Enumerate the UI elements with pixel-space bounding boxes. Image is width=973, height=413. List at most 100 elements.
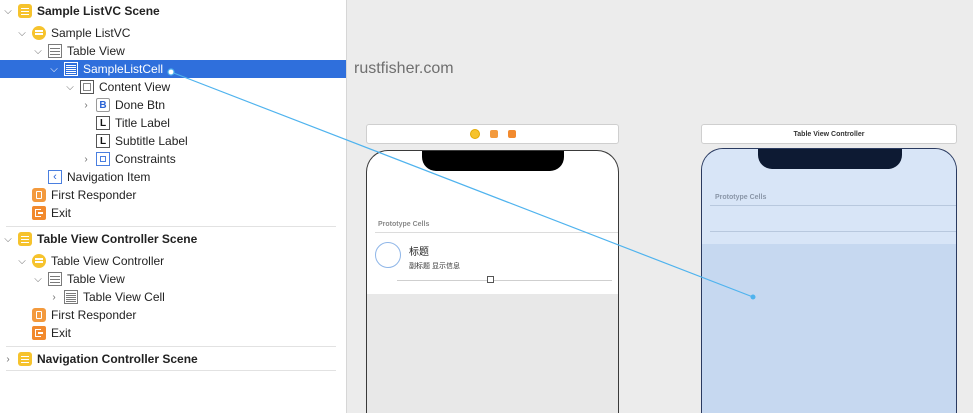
outline-row-first-responder[interactable]: First Responder xyxy=(0,186,346,204)
scene-icon xyxy=(18,232,32,246)
first-responder-icon xyxy=(32,308,46,322)
table-cell-icon xyxy=(64,290,78,304)
outline-row-label: First Responder xyxy=(51,308,137,322)
done-button-circle[interactable] xyxy=(375,242,401,268)
outline-row-table-view[interactable]: ⌵ Table View xyxy=(0,270,346,288)
outline-row-subtitle-label[interactable]: L Subtitle Label xyxy=(0,132,346,150)
outline-row-table-view-controller[interactable]: ⌵ Table View Controller xyxy=(0,252,346,270)
outline-row-label: Sample ListVC xyxy=(51,26,131,40)
outline-row-label: SampleListCell xyxy=(83,62,164,76)
outline-row-samplelistcell[interactable]: ⌵ SampleListCell xyxy=(0,60,346,78)
outline-row-label: Done Btn xyxy=(115,98,166,112)
chevron-down-icon[interactable]: ⌵ xyxy=(32,270,44,288)
view-controller-icon xyxy=(32,254,46,268)
outline-row-first-responder[interactable]: First Responder xyxy=(0,306,346,324)
outline-row-done-btn[interactable]: › B Done Btn xyxy=(0,96,346,114)
scene-separator xyxy=(6,370,336,371)
chevron-down-icon[interactable]: ⌵ xyxy=(2,2,14,20)
divider xyxy=(710,205,956,206)
chevron-down-icon[interactable]: ⌵ xyxy=(16,252,28,270)
exit-icon xyxy=(32,326,46,340)
cell-separator xyxy=(397,280,612,281)
table-cell-icon xyxy=(64,62,78,76)
scene-dock-table-view-controller[interactable]: Table View Controller xyxy=(701,124,957,144)
outline-row-label: Title Label xyxy=(115,116,170,130)
outline-row-sample-listvc-scene[interactable]: ⌵ Sample ListVC Scene xyxy=(0,2,346,20)
chevron-down-icon[interactable]: ⌵ xyxy=(64,78,76,96)
outline-row-exit[interactable]: Exit xyxy=(0,204,346,222)
watermark-text: rustfisher.com xyxy=(354,60,454,77)
sample-listvc-phone-frame[interactable]: Prototype Cells 标题 副标题 显示信息 xyxy=(366,150,619,413)
exit-icon xyxy=(32,206,46,220)
scene-separator xyxy=(6,226,336,227)
table-view-controller-phone-frame[interactable]: Prototype Cells xyxy=(701,148,957,413)
device-notch xyxy=(758,149,902,169)
outline-row-label: Constraints xyxy=(115,152,176,166)
chevron-down-icon[interactable]: ⌵ xyxy=(16,24,28,42)
view-controller-icon xyxy=(32,26,46,40)
scene-icon xyxy=(18,4,32,18)
constraints-icon xyxy=(96,152,110,166)
chevron-down-icon[interactable]: ⌵ xyxy=(48,60,60,78)
outline-row-content-view[interactable]: ⌵ Content View xyxy=(0,78,346,96)
label-icon: L xyxy=(96,134,110,148)
view-controller-dot-icon[interactable] xyxy=(469,129,480,139)
outline-row-label: Table View xyxy=(67,272,125,286)
outline-row-label: Exit xyxy=(51,326,72,340)
outline-row-label: Navigation Item xyxy=(67,170,151,184)
outline-row-navigation-controller-scene[interactable]: › Navigation Controller Scene xyxy=(0,350,346,368)
outline-row-label: Table View Controller xyxy=(51,254,165,268)
outline-row-constraints[interactable]: › Constraints xyxy=(0,150,346,168)
content-view-icon xyxy=(80,80,94,94)
cell-title-label: 标题 xyxy=(409,247,429,258)
outline-row-exit[interactable]: Exit xyxy=(0,324,346,342)
chevron-right-icon[interactable]: › xyxy=(48,288,60,306)
outline-row-table-view-cell[interactable]: › Table View Cell xyxy=(0,288,346,306)
outline-row-label: Exit xyxy=(51,206,72,220)
outline-row-label: Subtitle Label xyxy=(115,134,188,148)
chevron-right-icon[interactable]: › xyxy=(2,350,14,368)
chevron-down-icon[interactable]: ⌵ xyxy=(32,42,44,60)
outline-row-label: Table View Controller Scene xyxy=(37,232,198,246)
outline-row-title-label[interactable]: L Title Label xyxy=(0,114,346,132)
scene-dock-sample-listvc[interactable] xyxy=(366,124,619,144)
chevron-down-icon[interactable]: ⌵ xyxy=(2,230,14,248)
outline-row-label: Content View xyxy=(99,80,171,94)
first-responder-icon xyxy=(32,188,46,202)
outline-row-sample-listvc[interactable]: ⌵ Sample ListVC xyxy=(0,24,346,42)
table-view-icon xyxy=(48,272,62,286)
outline-row-navigation-item[interactable]: ‹ Navigation Item xyxy=(0,168,346,186)
scene-separator xyxy=(6,346,336,347)
device-notch xyxy=(422,151,564,171)
divider xyxy=(375,232,618,233)
document-outline: ⌵ Sample ListVC Scene ⌵ Sample ListVC ⌵ … xyxy=(0,0,347,413)
navigation-item-icon: ‹ xyxy=(48,170,62,184)
cell-subtitle-label: 副标题 显示信息 xyxy=(409,263,460,270)
scene-icon xyxy=(18,352,32,366)
prototype-cells-title: Prototype Cells xyxy=(378,221,430,228)
outline-row-table-view[interactable]: ⌵ Table View xyxy=(0,42,346,60)
outline-row-table-view-controller-scene[interactable]: ⌵ Table View Controller Scene xyxy=(0,230,346,248)
chevron-right-icon[interactable]: › xyxy=(80,150,92,168)
outline-row-label: Sample ListVC Scene xyxy=(37,4,160,18)
chevron-right-icon[interactable]: › xyxy=(80,96,92,114)
scene-dock-title: Table View Controller xyxy=(793,130,865,138)
prototype-cells-title: Prototype Cells xyxy=(715,194,767,201)
resize-handle[interactable] xyxy=(487,276,494,283)
outline-row-label: Table View xyxy=(67,44,125,58)
first-responder-dot-icon[interactable] xyxy=(489,130,498,138)
outline-row-label: First Responder xyxy=(51,188,137,202)
exit-dot-icon[interactable] xyxy=(507,130,516,138)
label-icon: L xyxy=(96,116,110,130)
table-view-icon xyxy=(48,44,62,58)
divider xyxy=(710,231,956,232)
storyboard-canvas[interactable]: rustfisher.com Prototype Cells 标题 副标题 显示… xyxy=(347,0,973,413)
button-icon: B xyxy=(96,98,110,112)
